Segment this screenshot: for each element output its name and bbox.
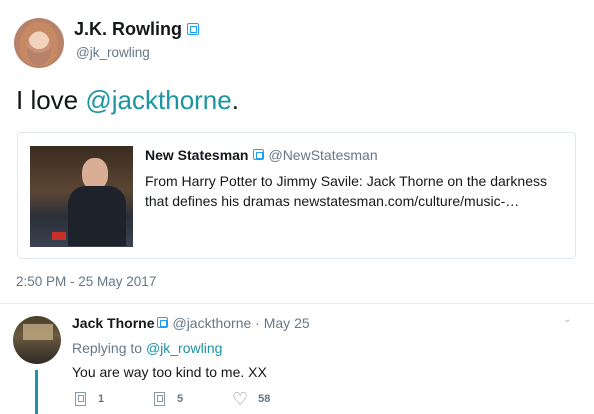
like-count: 58 — [258, 393, 271, 405]
retweet-icon — [154, 392, 165, 406]
replying-prefix: Replying to — [72, 340, 146, 356]
divider — [0, 303, 594, 304]
tweet-mention-link[interactable]: @jackthorne — [85, 85, 231, 115]
heart-icon: ♡ — [232, 389, 249, 409]
reply-author-name: Jack Thorne — [72, 315, 155, 331]
author-name[interactable]: J.K. Rowling — [74, 19, 199, 40]
verified-badge-icon — [157, 317, 169, 328]
author-handle[interactable]: @jk_rowling — [76, 45, 150, 60]
tweet-text-prefix: I love — [16, 85, 86, 115]
reply-author-avatar[interactable] — [13, 316, 61, 364]
verified-badge-icon — [187, 23, 199, 35]
tweet-timestamp[interactable]: 2:50 PM - 25 May 2017 — [16, 274, 156, 289]
quoted-tweet-card[interactable]: New Statesman @NewStatesman From Harry Po… — [17, 132, 576, 259]
verified-badge-icon — [253, 149, 265, 160]
thread-line — [35, 370, 38, 414]
quoted-tweet-photo — [30, 146, 133, 247]
reply-icon — [75, 392, 86, 406]
reply-author[interactable]: Jack Thorne @jackthorne · May 25 — [72, 315, 310, 331]
retweet-count: 5 — [177, 393, 184, 405]
reply-text: You are way too kind to me. XX — [72, 364, 267, 380]
like-button[interactable]: ♡ 58 — [232, 390, 270, 408]
author-name-text: J.K. Rowling — [74, 19, 182, 39]
quoted-tweet-author: New Statesman @NewStatesman — [145, 147, 378, 163]
reply-count: 1 — [98, 393, 105, 405]
author-avatar[interactable] — [14, 18, 64, 68]
replying-mention-link[interactable]: @jk_rowling — [146, 340, 222, 356]
reply-button[interactable]: 1 — [75, 392, 104, 406]
reply-meta: @jackthorne · May 25 — [172, 315, 310, 331]
tweet-text-suffix: . — [231, 85, 239, 115]
quoted-author-name: New Statesman — [145, 147, 249, 163]
chevron-down-icon[interactable]: ⌄ — [563, 314, 571, 325]
replying-to: Replying to @jk_rowling — [72, 340, 222, 356]
tweet-text: I love @jackthorne. — [16, 85, 239, 116]
quoted-author-handle: @NewStatesman — [268, 147, 378, 163]
retweet-button[interactable]: 5 — [154, 392, 183, 406]
quoted-tweet-text: From Harry Potter to Jimmy Savile: Jack … — [145, 173, 547, 209]
